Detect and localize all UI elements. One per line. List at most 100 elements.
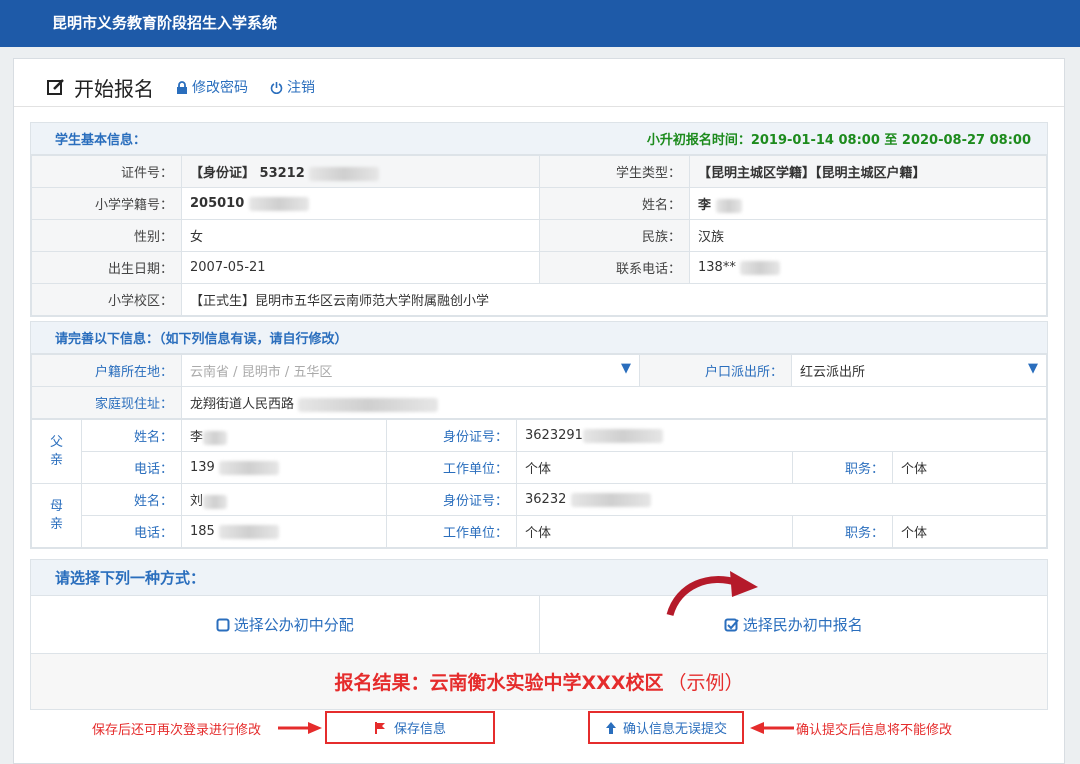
parents-table: 父亲 姓名： 李 身份证号： 3623291 电话： 139 工作单位： 个体 … [31, 419, 1047, 548]
private-school-option[interactable]: 选择民办初中报名 [538, 596, 1048, 653]
father-phone-input[interactable]: 139 [181, 451, 387, 484]
father-job-input[interactable]: 个体 [892, 451, 1047, 484]
logout-link[interactable]: 注销 [270, 77, 315, 97]
table-row: 父亲 姓名： 李 身份证号： 3623291 [31, 419, 1047, 484]
id-label: 证件号： [31, 155, 182, 188]
father-job-label: 职务： [792, 451, 893, 484]
mother-name-input[interactable]: 刘 [181, 483, 387, 516]
basic-info-table: 证件号： 【身份证】 53212 学生类型： 【昆明主城区学籍】【昆明主城区户籍… [31, 155, 1047, 316]
public-school-label: 选择公办初中分配 [233, 616, 354, 634]
logout-label: 注销 [287, 80, 315, 96]
father-work-input[interactable]: 个体 [516, 451, 793, 484]
huji-select[interactable]: 云南省 / 昆明市 / 五华区 ▼ [181, 354, 640, 387]
main-panel: 开始报名 修改密码 注销 学生基本信息： 小升初报名时间：2019-01-14 … [13, 58, 1065, 764]
school-no-value: 205010 [181, 187, 540, 220]
father-name-label: 姓名： [81, 419, 182, 452]
change-password-link[interactable]: 修改密码 [176, 77, 248, 97]
father-phone-label: 电话： [81, 451, 182, 484]
campus-value: 【正式生】昆明市五华区云南师范大学附属融创小学 [181, 283, 1047, 316]
change-password-label: 修改密码 [192, 80, 248, 96]
mother-job-input[interactable]: 个体 [892, 515, 1047, 548]
submit-button[interactable]: 确认信息无误提交 [588, 711, 744, 744]
save-note: 保存后还可再次登录进行修改 [92, 723, 262, 738]
table-row: 户籍所在地： 云南省 / 昆明市 / 五华区 ▼ 户口派出所： 红云派出所 ▼ [31, 354, 1047, 387]
choose-title: 请选择下列一种方式： [31, 560, 1047, 596]
public-school-option[interactable]: 选择公办初中分配 [31, 596, 539, 653]
phone-label: 联系电话： [539, 251, 690, 284]
huji-label: 户籍所在地： [31, 354, 182, 387]
result-note: （示例） [667, 672, 744, 694]
father-id-label: 身份证号： [386, 419, 517, 452]
page-header: 开始报名 修改密码 注销 [46, 69, 337, 105]
basic-info-header: 学生基本信息： 小升初报名时间：2019-01-14 08:00 至 2020-… [31, 123, 1047, 155]
edit-icon [47, 79, 64, 95]
app-title-bar: 昆明市义务教育阶段招生入学系统 [0, 0, 1080, 47]
result-banner: 报名结果：云南衡水实验中学XXX校区 （示例） [31, 654, 1047, 709]
school-no-label: 小学学籍号： [31, 187, 182, 220]
complete-info-title: 请完善以下信息：（如下列信息有误，请自行修改） [55, 332, 348, 347]
mother-id-label: 身份证号： [386, 483, 517, 516]
mother-job-label: 职务： [792, 515, 893, 548]
result-text: 报名结果：云南衡水实验中学XXX校区 [334, 672, 664, 694]
basic-info-section: 学生基本信息： 小升初报名时间：2019-01-14 08:00 至 2020-… [30, 122, 1048, 317]
name-value: 李 [689, 187, 1047, 220]
mother-id-input[interactable]: 36232 [516, 483, 1047, 516]
checkbox-empty-icon [216, 618, 230, 631]
choose-section: 请选择下列一种方式： 选择公办初中分配 选择民办初中报名 报名结果：云南衡水实验… [30, 559, 1048, 710]
father-side-label: 父亲 [31, 419, 82, 484]
arrow-right-icon [278, 722, 322, 734]
submit-button-label: 确认信息无误提交 [622, 722, 727, 737]
private-school-label: 选择民办初中报名 [742, 616, 863, 634]
name-label: 姓名： [539, 187, 690, 220]
gender-value: 女 [181, 219, 540, 252]
table-row: 小学校区： 【正式生】昆明市五华区云南师范大学附属融创小学 [31, 283, 1047, 316]
table-row: 母亲 姓名： 刘 身份证号： 36232 [31, 483, 1047, 548]
table-row: 证件号： 【身份证】 53212 学生类型： 【昆明主城区学籍】【昆明主城区户籍… [31, 155, 1047, 188]
mother-phone-input[interactable]: 185 [181, 515, 387, 548]
father-id-input[interactable]: 3623291 [516, 419, 1047, 452]
birth-value: 2007-05-21 [181, 251, 540, 284]
father-work-label: 工作单位： [386, 451, 517, 484]
location-table: 户籍所在地： 云南省 / 昆明市 / 五华区 ▼ 户口派出所： 红云派出所 ▼ … [31, 354, 1047, 419]
submit-note: 确认提交后信息将不能修改 [796, 723, 953, 738]
student-type-value: 【昆明主城区学籍】【昆明主城区户籍】 [689, 155, 1047, 188]
lock-icon [177, 80, 187, 94]
save-flag-icon [374, 721, 385, 734]
table-row: 电话： 185 工作单位： 个体 职务： 个体 [32, 515, 1047, 548]
ethnic-value: 汉族 [689, 219, 1047, 252]
phone-value: 138** [689, 251, 1047, 284]
complete-info-section: 请完善以下信息：（如下列信息有误，请自行修改） 户籍所在地： 云南省 / 昆明市… [30, 321, 1048, 549]
power-icon [270, 81, 283, 94]
birth-label: 出生日期： [31, 251, 182, 284]
table-row: 小学学籍号： 205010 姓名： 李 [31, 187, 1047, 220]
header-divider [14, 106, 1064, 107]
id-value: 【身份证】 53212 [181, 155, 540, 188]
table-row: 家庭现住址： 龙翔街道人民西路 [31, 386, 1047, 419]
father-name-input[interactable]: 李 [181, 419, 387, 452]
home-address-input[interactable]: 龙翔街道人民西路 [181, 386, 1047, 419]
mother-work-input[interactable]: 个体 [516, 515, 793, 548]
police-select[interactable]: 红云派出所 ▼ [791, 354, 1047, 387]
mother-side-label: 母亲 [31, 483, 82, 548]
app-title: 昆明市义务教育阶段招生入学系统 [52, 14, 278, 32]
checkbox-checked-icon [724, 618, 739, 631]
arrow-up-icon [605, 721, 616, 734]
table-row: 性别： 女 民族： 汉族 [31, 219, 1047, 252]
basic-info-title: 学生基本信息： [55, 133, 147, 148]
campus-label: 小学校区： [31, 283, 182, 316]
home-address-label: 家庭现住址： [31, 386, 182, 419]
save-button[interactable]: 保存信息 [325, 711, 495, 744]
student-type-label: 学生类型： [539, 155, 690, 188]
mother-name-label: 姓名： [81, 483, 182, 516]
mother-work-label: 工作单位： [386, 515, 517, 548]
police-label: 户口派出所： [639, 354, 792, 387]
table-row: 出生日期： 2007-05-21 联系电话： 138** [31, 251, 1047, 284]
table-row: 电话： 139 工作单位： 个体 职务： 个体 [32, 451, 1047, 484]
gender-label: 性别： [31, 219, 182, 252]
enroll-time: 小升初报名时间：2019-01-14 08:00 至 2020-08-27 08… [646, 133, 1031, 148]
mother-phone-label: 电话： [81, 515, 182, 548]
save-button-label: 保存信息 [393, 722, 446, 737]
chevron-down-icon: ▼ [621, 361, 631, 376]
annotation-curved-arrow-icon [666, 571, 758, 617]
chevron-down-icon: ▼ [1028, 361, 1038, 376]
